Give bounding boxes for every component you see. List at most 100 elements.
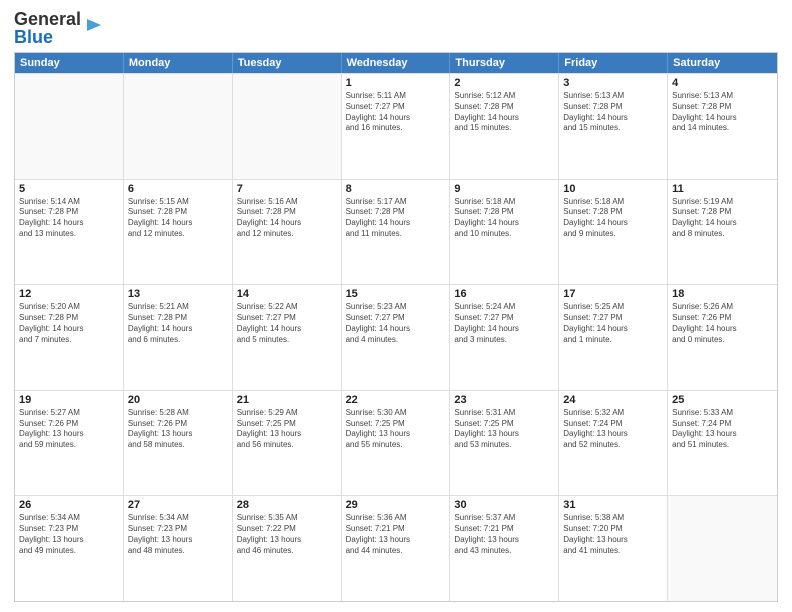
day-info: Sunrise: 5:12 AM Sunset: 7:28 PM Dayligh…	[454, 91, 554, 134]
day-cell-22: 22 Sunrise: 5:30 AM Sunset: 7:25 PM Dayli…	[342, 391, 451, 496]
day-number: 4	[672, 77, 773, 89]
day-cell-14: 14Sunrise: 5:22 AM Sunset: 7:27 PM Dayli…	[233, 285, 342, 390]
day-number: 20	[128, 394, 228, 406]
day-info: Sunrise: 5:34 AM Sunset: 7:23 PM Dayligh…	[128, 513, 228, 556]
day-cell-8: 8Sunrise: 5:17 AM Sunset: 7:28 PM Daylig…	[342, 180, 451, 285]
day-number: 14	[237, 288, 337, 300]
day-info: Sunrise: 5:32 AM Sunset: 7:24 PM Dayligh…	[563, 408, 663, 451]
header-day-tuesday: Tuesday	[233, 53, 342, 73]
day-number: 5	[19, 183, 119, 195]
day-info: Sunrise: 5:20 AM Sunset: 7:28 PM Dayligh…	[19, 302, 119, 345]
day-number: 15	[346, 288, 446, 300]
day-cell-10: 10 Sunrise: 5:18 AM Sunset: 7:28 PM Dayli…	[559, 180, 668, 285]
calendar-row-3: 19Sunrise: 5:27 AM Sunset: 7:26 PM Dayli…	[15, 390, 777, 496]
day-number: 2	[454, 77, 554, 89]
day-cell-25: 25Sunrise: 5:33 AM Sunset: 7:24 PM Dayli…	[668, 391, 777, 496]
day-number: 26	[19, 499, 119, 511]
day-cell-11: 11 Sunrise: 5:19 AM Sunset: 7:28 PM Dayli…	[668, 180, 777, 285]
day-info: Sunrise: 5:15 AM Sunset: 7:28 PM Dayligh…	[128, 197, 228, 240]
header-day-friday: Friday	[559, 53, 668, 73]
day-info: Sunrise: 5:31 AM Sunset: 7:25 PM Dayligh…	[454, 408, 554, 451]
header-day-saturday: Saturday	[668, 53, 777, 73]
day-cell-21: 21 Sunrise: 5:29 AM Sunset: 7:25 PM Dayli…	[233, 391, 342, 496]
calendar-page: General Blue SundayMondayTuesdayWednesda…	[0, 0, 792, 612]
day-number: 9	[454, 183, 554, 195]
day-cell-26: 26 Sunrise: 5:34 AM Sunset: 7:23 PM Dayli…	[15, 496, 124, 601]
header: General Blue	[14, 10, 778, 46]
day-number: 25	[672, 394, 773, 406]
day-number: 29	[346, 499, 446, 511]
day-number: 11	[672, 183, 773, 195]
header-day-monday: Monday	[124, 53, 233, 73]
day-info: Sunrise: 5:11 AM Sunset: 7:27 PM Dayligh…	[346, 91, 446, 134]
day-info: Sunrise: 5:18 AM Sunset: 7:28 PM Dayligh…	[454, 197, 554, 240]
day-number: 28	[237, 499, 337, 511]
day-number: 7	[237, 183, 337, 195]
day-number: 22	[346, 394, 446, 406]
day-cell-7: 7 Sunrise: 5:16 AM Sunset: 7:28 PM Daylig…	[233, 180, 342, 285]
day-cell-19: 19Sunrise: 5:27 AM Sunset: 7:26 PM Dayli…	[15, 391, 124, 496]
day-cell-28: 28 Sunrise: 5:35 AM Sunset: 7:22 PM Dayli…	[233, 496, 342, 601]
calendar-row-0: 1 Sunrise: 5:11 AM Sunset: 7:27 PM Daylig…	[15, 73, 777, 179]
day-number: 12	[19, 288, 119, 300]
day-number: 30	[454, 499, 554, 511]
header-day-wednesday: Wednesday	[342, 53, 451, 73]
day-info: Sunrise: 5:19 AM Sunset: 7:28 PM Dayligh…	[672, 197, 773, 240]
day-cell-13: 13 Sunrise: 5:21 AM Sunset: 7:28 PM Dayli…	[124, 285, 233, 390]
day-number: 3	[563, 77, 663, 89]
day-cell-16: 16Sunrise: 5:24 AM Sunset: 7:27 PM Dayli…	[450, 285, 559, 390]
day-info: Sunrise: 5:14 AM Sunset: 7:28 PM Dayligh…	[19, 197, 119, 240]
day-number: 13	[128, 288, 228, 300]
day-cell-17: 17 Sunrise: 5:25 AM Sunset: 7:27 PM Dayli…	[559, 285, 668, 390]
day-cell-24: 24 Sunrise: 5:32 AM Sunset: 7:24 PM Dayli…	[559, 391, 668, 496]
day-cell-27: 27Sunrise: 5:34 AM Sunset: 7:23 PM Dayli…	[124, 496, 233, 601]
empty-cell	[668, 496, 777, 601]
day-info: Sunrise: 5:29 AM Sunset: 7:25 PM Dayligh…	[237, 408, 337, 451]
header-day-sunday: Sunday	[15, 53, 124, 73]
day-number: 1	[346, 77, 446, 89]
day-cell-5: 5 Sunrise: 5:14 AM Sunset: 7:28 PM Daylig…	[15, 180, 124, 285]
day-info: Sunrise: 5:37 AM Sunset: 7:21 PM Dayligh…	[454, 513, 554, 556]
day-cell-29: 29 Sunrise: 5:36 AM Sunset: 7:21 PM Dayli…	[342, 496, 451, 601]
day-info: Sunrise: 5:24 AM Sunset: 7:27 PM Dayligh…	[454, 302, 554, 345]
calendar-header: SundayMondayTuesdayWednesdayThursdayFrid…	[15, 53, 777, 73]
header-day-thursday: Thursday	[450, 53, 559, 73]
day-cell-3: 3 Sunrise: 5:13 AM Sunset: 7:28 PM Daylig…	[559, 74, 668, 179]
day-info: Sunrise: 5:35 AM Sunset: 7:22 PM Dayligh…	[237, 513, 337, 556]
day-cell-23: 23Sunrise: 5:31 AM Sunset: 7:25 PM Dayli…	[450, 391, 559, 496]
day-cell-9: 9 Sunrise: 5:18 AM Sunset: 7:28 PM Daylig…	[450, 180, 559, 285]
logo-text: General Blue	[14, 10, 81, 46]
day-info: Sunrise: 5:28 AM Sunset: 7:26 PM Dayligh…	[128, 408, 228, 451]
logo-blue: Blue	[14, 27, 53, 47]
day-info: Sunrise: 5:34 AM Sunset: 7:23 PM Dayligh…	[19, 513, 119, 556]
logo-arrow-icon	[85, 16, 103, 34]
day-info: Sunrise: 5:13 AM Sunset: 7:28 PM Dayligh…	[563, 91, 663, 134]
day-number: 18	[672, 288, 773, 300]
day-cell-6: 6 Sunrise: 5:15 AM Sunset: 7:28 PM Daylig…	[124, 180, 233, 285]
day-number: 31	[563, 499, 663, 511]
day-number: 24	[563, 394, 663, 406]
day-cell-31: 31 Sunrise: 5:38 AM Sunset: 7:20 PM Dayli…	[559, 496, 668, 601]
calendar-row-1: 5 Sunrise: 5:14 AM Sunset: 7:28 PM Daylig…	[15, 179, 777, 285]
logo: General Blue	[14, 10, 103, 46]
day-info: Sunrise: 5:25 AM Sunset: 7:27 PM Dayligh…	[563, 302, 663, 345]
empty-cell	[233, 74, 342, 179]
day-number: 17	[563, 288, 663, 300]
day-info: Sunrise: 5:30 AM Sunset: 7:25 PM Dayligh…	[346, 408, 446, 451]
calendar-row-2: 12 Sunrise: 5:20 AM Sunset: 7:28 PM Dayli…	[15, 284, 777, 390]
day-number: 10	[563, 183, 663, 195]
day-info: Sunrise: 5:23 AM Sunset: 7:27 PM Dayligh…	[346, 302, 446, 345]
day-info: Sunrise: 5:21 AM Sunset: 7:28 PM Dayligh…	[128, 302, 228, 345]
day-info: Sunrise: 5:36 AM Sunset: 7:21 PM Dayligh…	[346, 513, 446, 556]
day-cell-12: 12 Sunrise: 5:20 AM Sunset: 7:28 PM Dayli…	[15, 285, 124, 390]
empty-cell	[15, 74, 124, 179]
day-info: Sunrise: 5:18 AM Sunset: 7:28 PM Dayligh…	[563, 197, 663, 240]
day-info: Sunrise: 5:16 AM Sunset: 7:28 PM Dayligh…	[237, 197, 337, 240]
day-number: 21	[237, 394, 337, 406]
day-info: Sunrise: 5:38 AM Sunset: 7:20 PM Dayligh…	[563, 513, 663, 556]
day-cell-4: 4Sunrise: 5:13 AM Sunset: 7:28 PM Daylig…	[668, 74, 777, 179]
logo-general: General	[14, 9, 81, 29]
day-cell-20: 20 Sunrise: 5:28 AM Sunset: 7:26 PM Dayli…	[124, 391, 233, 496]
day-number: 19	[19, 394, 119, 406]
day-number: 6	[128, 183, 228, 195]
